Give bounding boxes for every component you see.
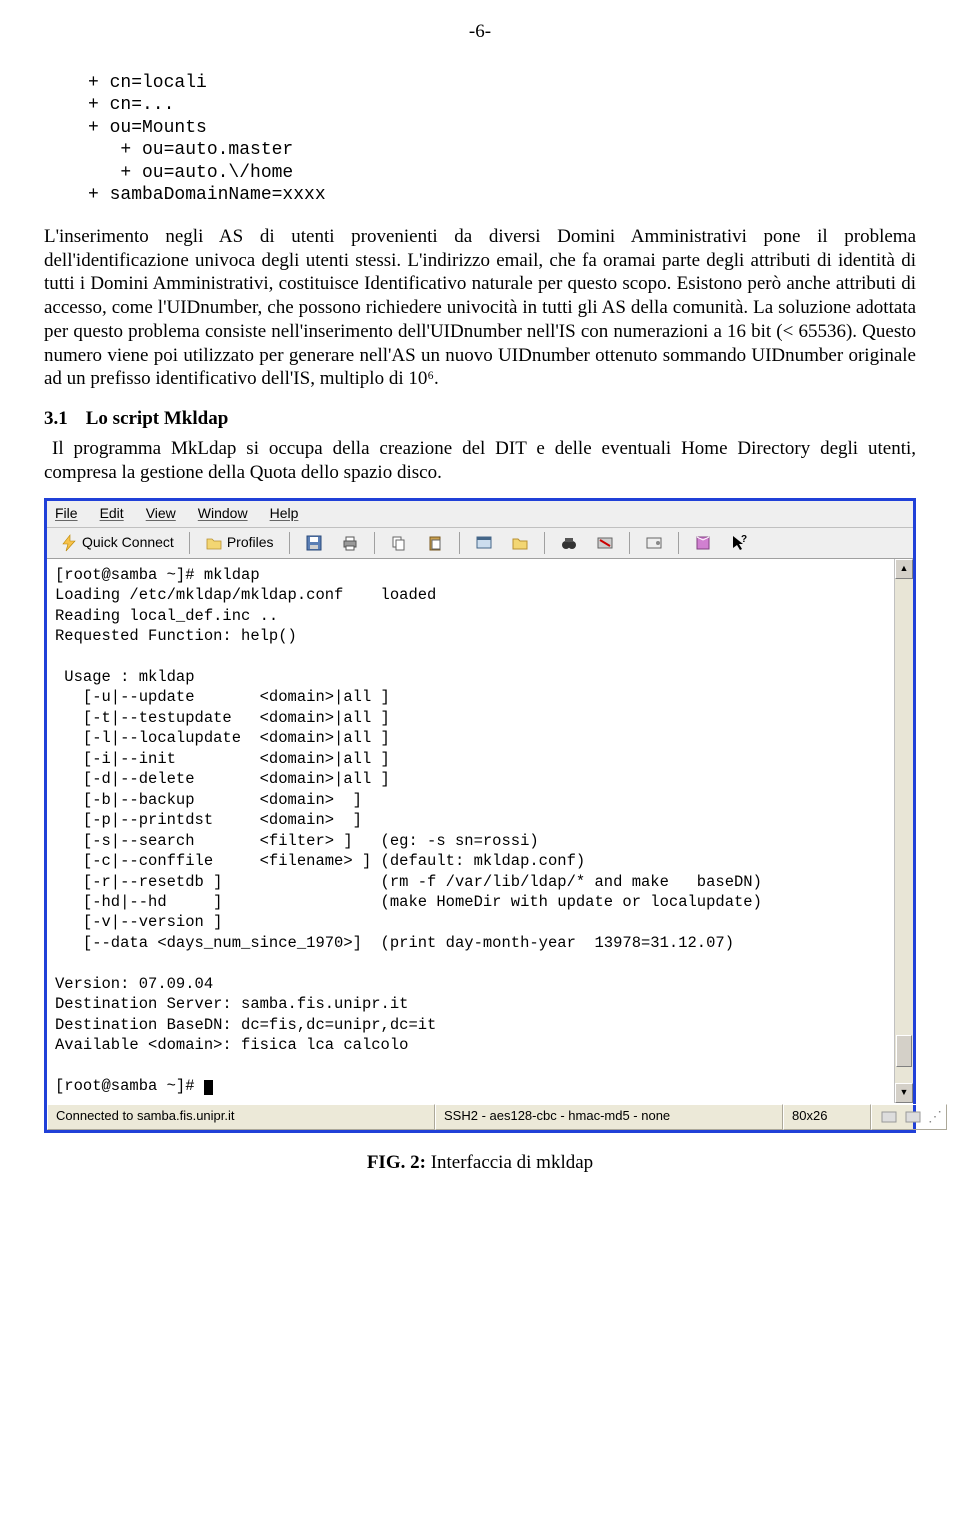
svg-text:?: ? <box>741 534 747 545</box>
toolbar-separator <box>629 532 630 554</box>
terminal-output[interactable]: [root@samba ~]# mkldap Loading /etc/mkld… <box>47 559 894 1103</box>
scroll-up-arrow[interactable]: ▲ <box>895 559 913 579</box>
terminal-icon <box>475 534 493 552</box>
menu-view[interactable]: View <box>146 505 176 523</box>
find-button[interactable] <box>553 531 585 555</box>
book-icon <box>694 534 712 552</box>
status-bar: Connected to samba.fis.unipr.it SSH2 - a… <box>47 1103 913 1130</box>
save-button[interactable] <box>298 531 330 555</box>
folder-transfer-icon <box>511 534 529 552</box>
page-number: -6- <box>44 20 916 44</box>
floppy-icon <box>305 534 323 552</box>
menu-help[interactable]: Help <box>270 505 299 523</box>
quick-connect-button[interactable]: Quick Connect <box>53 531 181 555</box>
paste-icon <box>426 534 444 552</box>
status-tray: ⋰ <box>871 1104 947 1130</box>
section-number: 3.1 <box>44 408 68 429</box>
profiles-label: Profiles <box>227 534 274 552</box>
toolbar-separator <box>459 532 460 554</box>
status-connection: Connected to samba.fis.unipr.it <box>47 1104 435 1130</box>
menu-edit[interactable]: Edit <box>100 505 124 523</box>
section-paragraph: Il programma MkLdap si occupa della crea… <box>44 437 916 485</box>
whats-this-button[interactable]: ? <box>723 531 755 555</box>
help-pointer-icon: ? <box>730 534 748 552</box>
caps-indicator-icon <box>880 1108 898 1126</box>
disconnect-button[interactable] <box>589 531 621 555</box>
settings-icon <box>645 534 663 552</box>
code-block: + cn=locali + cn=... + ou=Mounts + ou=au… <box>88 72 916 207</box>
paste-button[interactable] <box>419 531 451 555</box>
toolbar-separator <box>289 532 290 554</box>
terminal-area: [root@samba ~]# mkldap Loading /etc/mkld… <box>47 559 913 1103</box>
status-protocol: SSH2 - aes128-cbc - hmac-md5 - none <box>435 1104 783 1130</box>
print-button[interactable] <box>334 531 366 555</box>
disconnect-icon <box>596 534 614 552</box>
settings-button[interactable] <box>638 531 670 555</box>
printer-icon <box>341 534 359 552</box>
section-heading: 3.1 Lo script Mkldap <box>44 407 916 431</box>
toolbar-separator <box>374 532 375 554</box>
copy-button[interactable] <box>383 531 415 555</box>
help-button[interactable] <box>687 531 719 555</box>
toolbar-separator <box>189 532 190 554</box>
new-file-transfer-button[interactable] <box>504 531 536 555</box>
toolbar-separator <box>678 532 679 554</box>
status-dimensions: 80x26 <box>783 1104 871 1130</box>
figure-text: Interfaccia di mkldap <box>426 1152 593 1173</box>
figure-label: FIG. 2: <box>367 1152 426 1173</box>
scroll-thumb[interactable] <box>896 1035 912 1067</box>
menu-file[interactable]: File <box>55 505 78 523</box>
profiles-button[interactable]: Profiles <box>198 531 281 555</box>
quick-connect-label: Quick Connect <box>82 534 174 552</box>
section-title: Lo script Mkldap <box>86 408 229 429</box>
resize-grip-icon[interactable]: ⋰ <box>928 1108 942 1126</box>
menubar: File Edit View Window Help <box>47 501 913 528</box>
new-terminal-button[interactable] <box>468 531 500 555</box>
toolbar-separator <box>544 532 545 554</box>
copy-icon <box>390 534 408 552</box>
vertical-scrollbar[interactable]: ▲ ▼ <box>894 559 913 1103</box>
toolbar: Quick Connect Profiles ? <box>47 528 913 559</box>
menu-window[interactable]: Window <box>198 505 248 523</box>
scroll-down-arrow[interactable]: ▼ <box>895 1083 913 1103</box>
terminal-cursor <box>204 1080 213 1095</box>
folder-icon <box>205 534 223 552</box>
lightning-icon <box>60 534 78 552</box>
binoculars-icon <box>560 534 578 552</box>
ssh-client-window: File Edit View Window Help Quick Connect… <box>44 498 916 1132</box>
body-paragraph: L'inserimento negli AS di utenti proveni… <box>44 225 916 391</box>
num-indicator-icon <box>904 1108 922 1126</box>
figure-caption: FIG. 2: Interfaccia di mkldap <box>44 1151 916 1175</box>
